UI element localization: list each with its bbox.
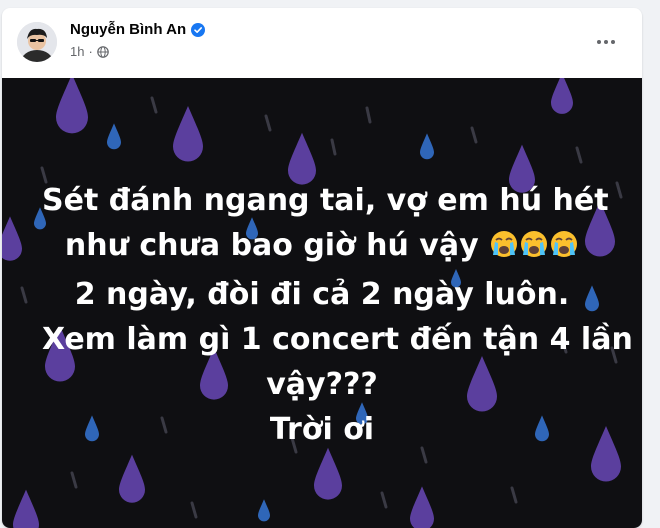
more-options-button[interactable] [590,26,622,58]
more-options-icon [597,40,615,44]
author-avatar[interactable] [17,22,57,62]
status-line-5: vậy??? [266,367,378,402]
crying-face-emoji [549,227,579,272]
status-line-4: Xem làm gì 1 concert đến tận 4 lần [42,322,633,357]
status-line-3: 2 ngày, đòi đi cả 2 ngày luôn. [74,277,570,312]
author-name[interactable]: Nguyễn Bình An [70,21,206,38]
crying-face-emoji [489,227,519,272]
verified-badge-icon [191,22,206,37]
post-header: Nguyễn Bình An 1h · [2,8,642,76]
status-line-2: như chưa bao giờ hú vậy [42,223,602,272]
author-name-text[interactable]: Nguyễn Bình An [70,21,186,38]
crying-face-emoji [519,227,549,272]
status-line-6: Trời ơi [269,412,375,447]
post-time[interactable]: 1h [70,44,84,59]
status-text: Sét đánh ngang tai, vợ em hú hét như chư… [42,178,633,452]
avatar-image [17,22,57,62]
status-line-2-text: như chưa bao giờ hú vậy [64,228,479,263]
status-image[interactable]: Sét đánh ngang tai, vợ em hú hét như chư… [2,78,642,528]
meta-separator: · [88,44,93,59]
globe-icon[interactable] [97,45,109,58]
post-meta: 1h · [70,44,109,59]
status-line-1: Sét đánh ngang tai, vợ em hú hét [42,183,609,218]
post-card: Nguyễn Bình An 1h · Sét đánh ngang tai, … [2,8,642,528]
